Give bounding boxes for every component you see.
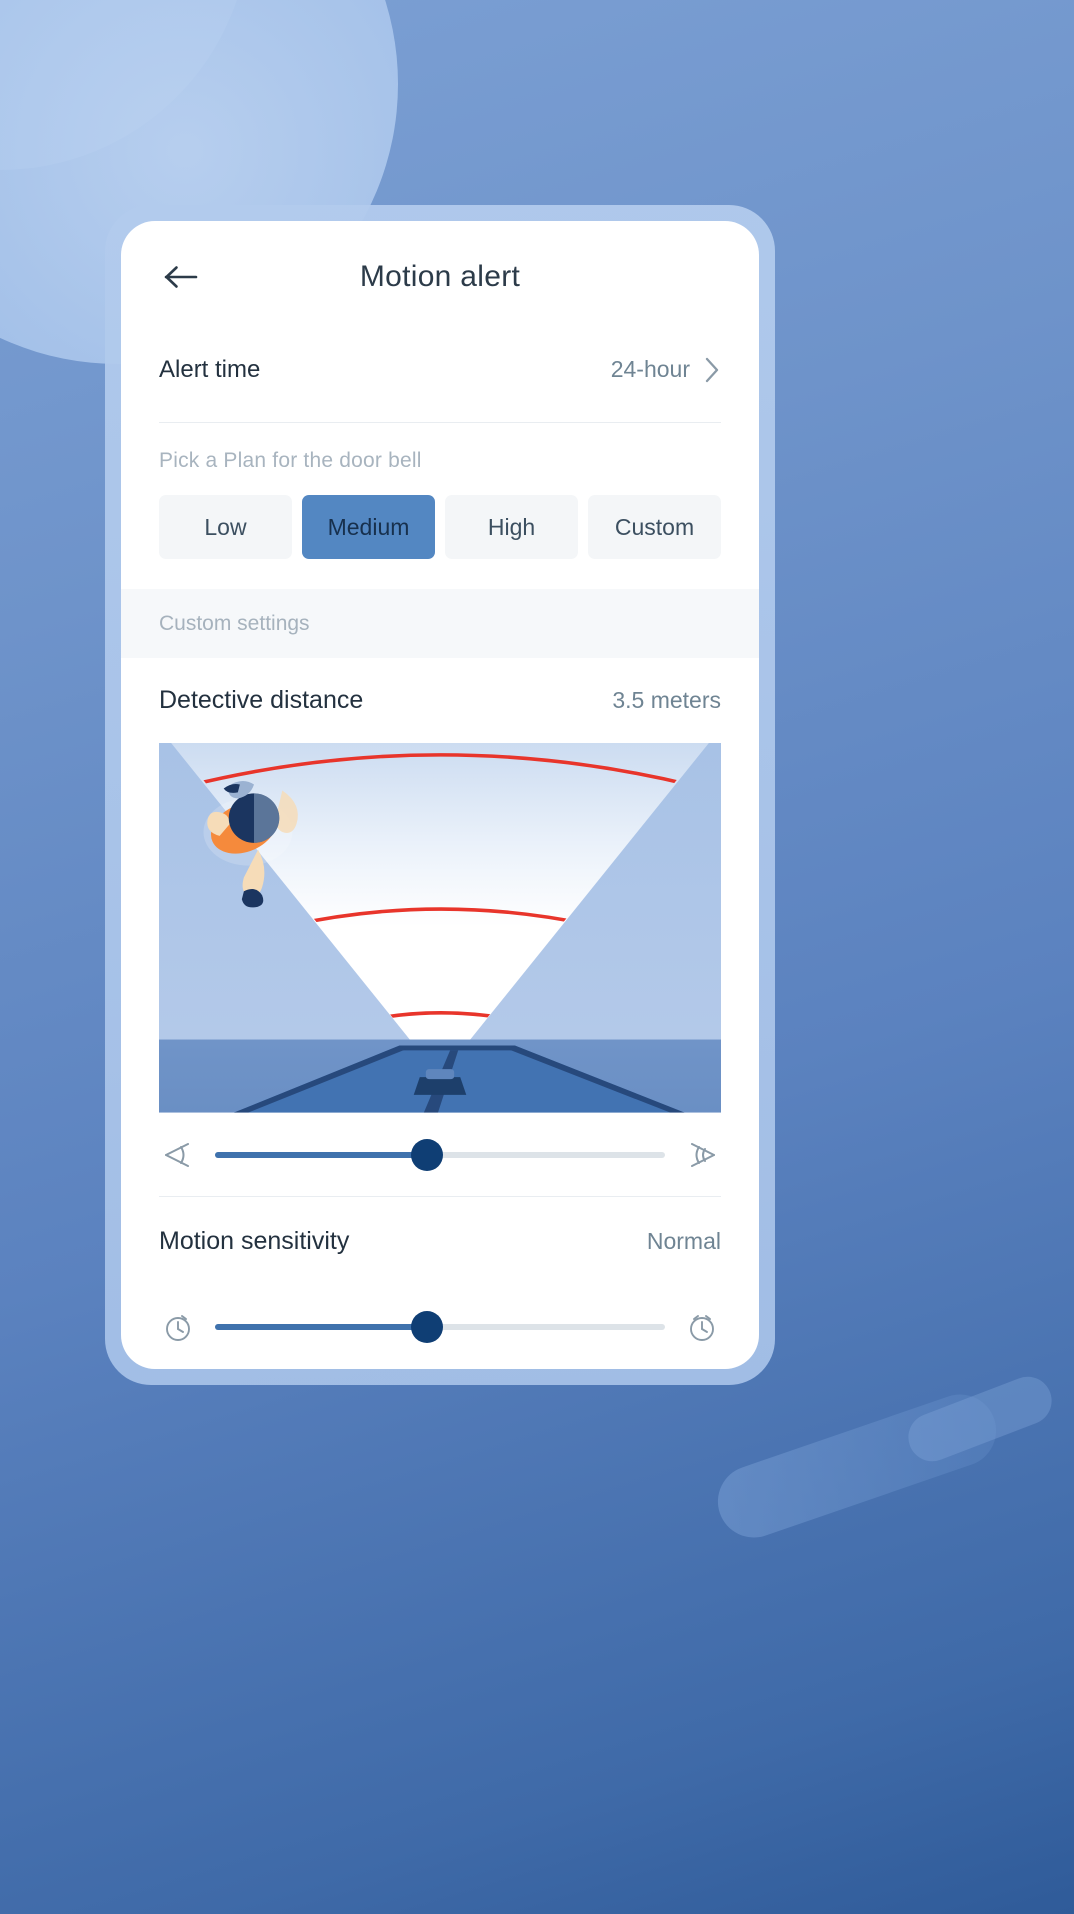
detection-cone-diagram [159, 743, 721, 1113]
plan-option-high[interactable]: High [445, 495, 578, 560]
plan-option-medium[interactable]: Medium [302, 495, 435, 560]
motion-sensitivity-row: Motion sensitivity Normal [121, 1197, 759, 1286]
app-header: Motion alert [121, 221, 759, 333]
alert-time-value-group: 24-hour [611, 356, 721, 384]
wide-angle-icon[interactable] [683, 1136, 721, 1174]
motion-sensitivity-slider-fill [215, 1324, 427, 1331]
app-screen: Motion alert Alert time 24-hour Pick a P… [121, 221, 759, 1369]
phone-frame: Motion alert Alert time 24-hour Pick a P… [105, 205, 775, 1385]
motion-sensitivity-slider-row [121, 1286, 759, 1369]
motion-sensitivity-value: Normal [646, 1227, 721, 1254]
detective-distance-label: Detective distance [159, 686, 364, 715]
timer-fast-icon[interactable] [683, 1308, 721, 1346]
alert-time-row[interactable]: Alert time 24-hour [121, 333, 759, 406]
detective-distance-slider-fill [215, 1151, 427, 1158]
custom-settings-label: Custom settings [159, 611, 310, 635]
motion-sensitivity-slider-thumb[interactable] [410, 1311, 443, 1344]
chevron-right-icon [705, 357, 719, 382]
plan-option-custom[interactable]: Custom [588, 495, 721, 560]
plan-option-low[interactable]: Low [159, 495, 292, 560]
detection-cone-svg [159, 743, 721, 1113]
plan-selector: Low Medium High Custom [121, 473, 759, 589]
motion-sensitivity-slider[interactable] [215, 1311, 665, 1344]
detective-distance-row: Detective distance 3.5 meters [121, 658, 759, 743]
detective-distance-value: 3.5 meters [612, 687, 721, 714]
motion-sensitivity-label: Motion sensitivity [159, 1226, 350, 1255]
page-title: Motion alert [359, 260, 521, 293]
detective-distance-slider[interactable] [215, 1138, 665, 1171]
detective-distance-slider-thumb[interactable] [410, 1138, 443, 1171]
detective-distance-slider-row [121, 1113, 759, 1196]
alert-time-value: 24-hour [610, 356, 690, 383]
alert-time-label: Alert time [159, 355, 261, 383]
plan-hint-label: Pick a Plan for the door bell [159, 449, 422, 473]
timer-slow-icon[interactable] [159, 1308, 197, 1346]
narrow-angle-icon[interactable] [159, 1136, 197, 1174]
custom-settings-section-header: Custom settings [121, 589, 759, 659]
